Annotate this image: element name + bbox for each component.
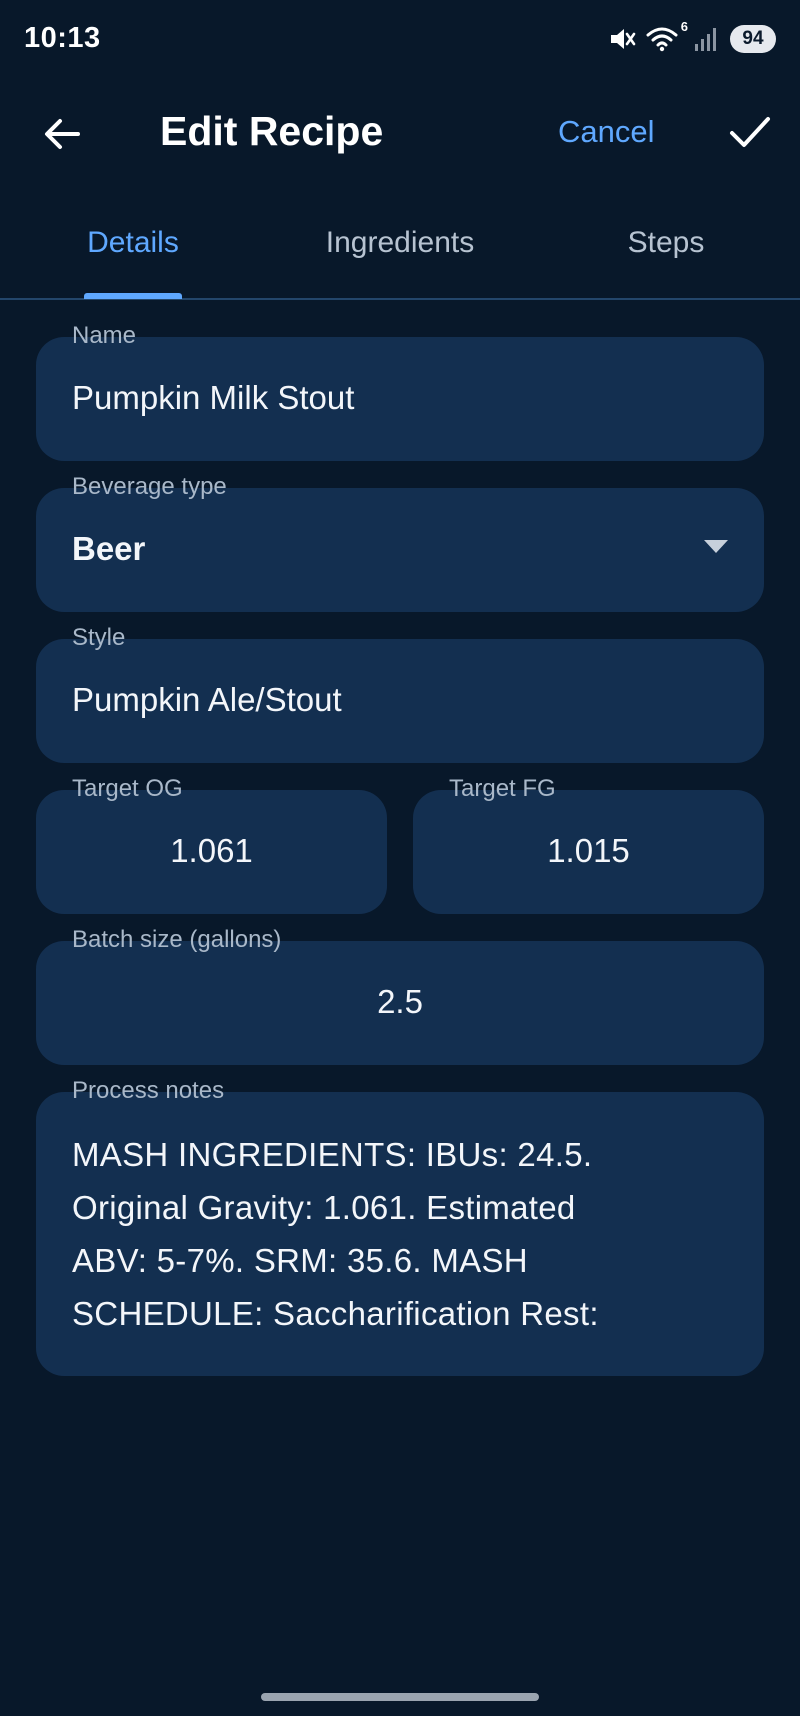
edit-recipe-screen: 10:13 6 94 Edit Recipe Cancel Details In… xyxy=(0,0,800,1716)
process-notes-line: MASH INGREDIENTS: IBUs: 24.5. xyxy=(72,1136,593,1173)
target-og-value: 1.061 xyxy=(170,832,253,869)
battery-icon: 94 xyxy=(730,25,776,53)
beverage-type-label: Beverage type xyxy=(72,473,227,500)
target-fg-label: Target FG xyxy=(449,775,556,802)
batch-size-value: 2.5 xyxy=(377,983,423,1020)
name-label: Name xyxy=(72,322,137,349)
target-fg-value: 1.015 xyxy=(547,832,630,869)
wifi-badge: 6 xyxy=(680,19,688,34)
wifi-icon: 6 xyxy=(646,19,688,53)
active-tab-indicator xyxy=(84,293,182,299)
back-button[interactable] xyxy=(30,102,94,166)
process-notes-label: Process notes xyxy=(72,1077,225,1104)
check-icon xyxy=(730,117,770,147)
status-icons: 6 94 xyxy=(608,19,776,56)
tab-ingredients[interactable]: Ingredients xyxy=(300,226,500,260)
process-notes-line: SCHEDULE: Saccharification Rest: xyxy=(72,1295,599,1332)
signal-icon xyxy=(694,26,720,52)
process-notes-line: ABV: 5-7%. SRM: 35.6. MASH xyxy=(72,1242,528,1279)
batch-size-label: Batch size (gallons) xyxy=(72,926,282,953)
mute-icon xyxy=(608,25,636,53)
home-indicator[interactable] xyxy=(261,1693,539,1701)
status-time: 10:13 xyxy=(24,22,101,54)
name-value: Pumpkin Milk Stout xyxy=(72,379,355,416)
style-label: Style xyxy=(72,624,126,651)
tab-steps[interactable]: Steps xyxy=(586,226,746,260)
process-notes-line: Original Gravity: 1.061. Estimated xyxy=(72,1189,576,1226)
beverage-type-select[interactable]: Beer xyxy=(36,488,764,612)
cancel-button[interactable]: Cancel xyxy=(558,114,655,150)
style-field[interactable]: Pumpkin Ale/Stout xyxy=(36,639,764,763)
process-notes-field[interactable]: MASH INGREDIENTS: IBUs: 24.5. Original G… xyxy=(36,1092,764,1376)
app-bar: Edit Recipe Cancel xyxy=(0,78,800,188)
dropdown-arrow-icon xyxy=(704,540,728,553)
confirm-button[interactable] xyxy=(718,100,782,164)
tab-details[interactable]: Details xyxy=(40,226,226,260)
target-og-label: Target OG xyxy=(72,775,183,802)
batch-size-field[interactable]: 2.5 xyxy=(36,941,764,1065)
target-fg-field[interactable]: 1.015 xyxy=(413,790,764,914)
target-og-field[interactable]: 1.061 xyxy=(36,790,387,914)
page-title: Edit Recipe xyxy=(160,108,384,154)
beverage-type-value: Beer xyxy=(72,530,146,567)
tab-bar: Details Ingredients Steps xyxy=(0,200,800,300)
status-bar: 10:13 6 94 xyxy=(0,0,800,78)
style-value: Pumpkin Ale/Stout xyxy=(72,681,342,718)
name-field[interactable]: Pumpkin Milk Stout xyxy=(36,337,764,461)
process-notes-text: MASH INGREDIENTS: IBUs: 24.5. Original G… xyxy=(72,1128,728,1340)
arrow-left-icon xyxy=(45,119,80,149)
